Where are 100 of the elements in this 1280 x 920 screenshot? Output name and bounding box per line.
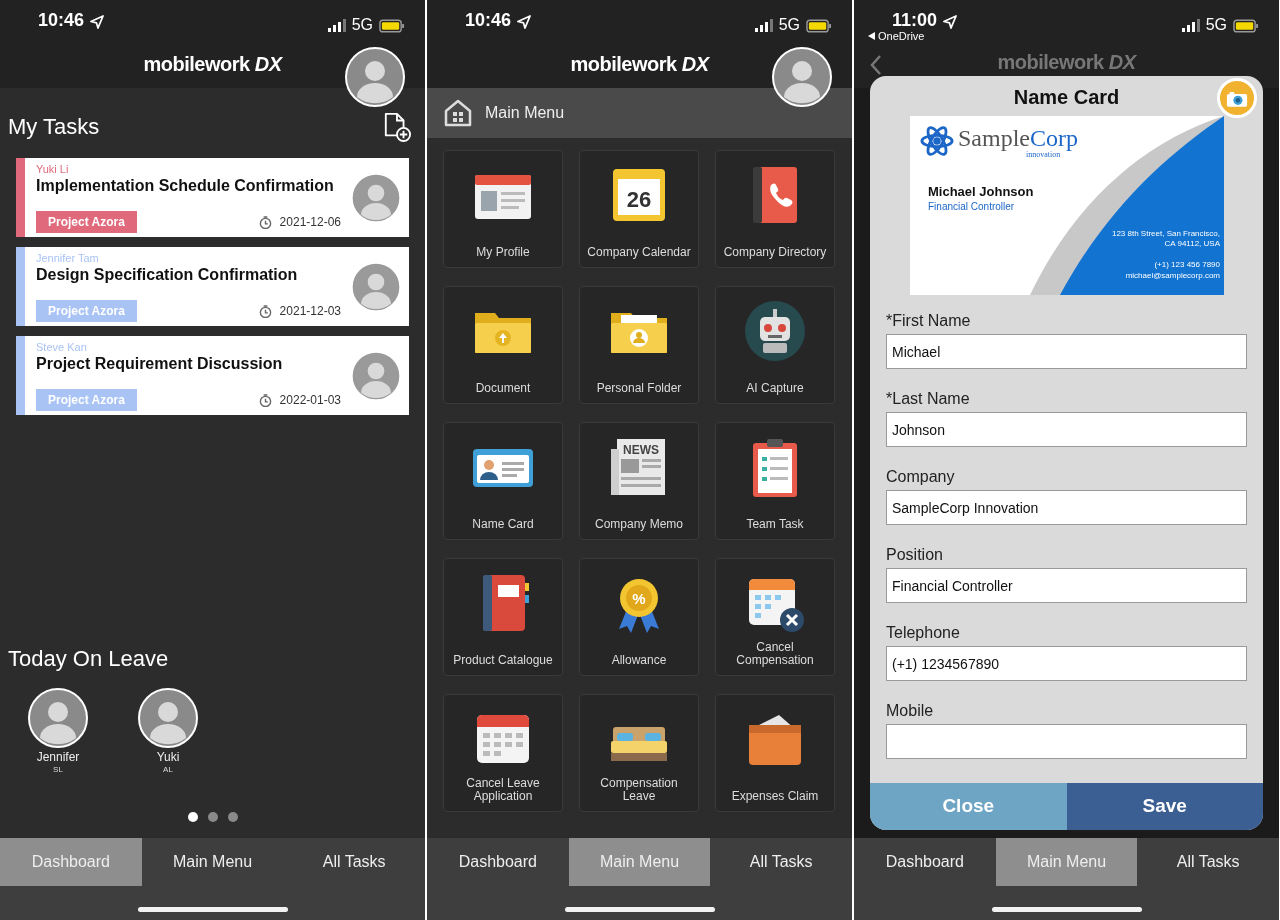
section-title: My Tasks — [8, 114, 100, 140]
task-card[interactable]: Jennifer Tam Design Specification Confirmation Project Azora 2021-12-03 — [16, 247, 409, 326]
avatar-placeholder — [28, 687, 88, 748]
menu-tile[interactable]: NEWS Company Memo — [579, 422, 699, 540]
battery-icon — [379, 19, 405, 33]
menu-tile[interactable]: Name Card — [443, 422, 563, 540]
menu-tile[interactable]: 26 Company Calendar — [579, 150, 699, 268]
home-icon — [443, 98, 473, 128]
back-to-app-link[interactable]: OneDrive — [878, 30, 925, 43]
input-field[interactable]: (+1) 1234567890 — [886, 646, 1247, 682]
atom-logo-icon — [920, 124, 954, 158]
card-email: michael@samplecorp.com — [1125, 270, 1220, 282]
camera-button[interactable] — [1217, 78, 1257, 118]
task-date: 2021-12-03 — [279, 303, 341, 320]
task-title: Design Specification Confirmation — [36, 265, 299, 286]
field-label: Company — [886, 466, 956, 487]
profile-avatar — [345, 47, 405, 107]
section-title: Today On Leave — [7, 647, 170, 674]
status-time: 10:46 — [465, 10, 512, 32]
menu-title: Main Menu — [485, 103, 565, 123]
field-label: Telephone — [886, 622, 961, 643]
menu-tile[interactable]: Expenses Claim — [715, 694, 835, 812]
card-phone: (+1) 123 456 7890 — [1154, 259, 1220, 271]
app-logo-text: mobilework DX — [997, 51, 1136, 73]
new-file-icon[interactable] — [383, 112, 411, 142]
leave-type: SL — [53, 764, 63, 776]
leave-name: Yuki — [156, 749, 180, 764]
menu-tile[interactable]: Cancel Compensation — [715, 558, 835, 676]
menu-tile[interactable]: Cancel Leave Application — [443, 694, 563, 812]
task-title: Project Requirement Discussion — [36, 354, 284, 375]
field-label: *First Name — [886, 310, 972, 331]
signal-icon — [327, 19, 346, 32]
menu-tile[interactable]: Compensation Leave — [579, 694, 699, 812]
tab[interactable]: Dashboard — [854, 838, 996, 886]
avatar-placeholder — [351, 350, 401, 401]
signal-icon — [754, 19, 773, 32]
status-time: 10:46 — [38, 10, 85, 32]
task-card[interactable]: Steve Kan Project Requirement Discussion Project Azora 2022-01-03 — [16, 336, 409, 415]
page-dot[interactable] — [227, 812, 238, 822]
menu-tile[interactable]: Company Directory — [715, 150, 835, 268]
robot-icon — [743, 299, 807, 363]
avatar-placeholder — [351, 261, 401, 312]
task-assignee: Steve Kan — [36, 340, 88, 355]
card-address-line: CA 94112, USA — [1163, 239, 1220, 249]
leave-type: AL — [163, 764, 173, 776]
task-date: 2021-12-06 — [279, 214, 341, 231]
menu-tile[interactable]: Document — [443, 286, 563, 404]
task-assignee: Jennifer Tam — [36, 251, 100, 266]
network-label: 5G — [351, 15, 373, 35]
battery-icon — [806, 19, 832, 33]
timer-icon — [258, 215, 272, 229]
field-label: Mobile — [886, 700, 935, 721]
company-tagline: innovation — [1026, 150, 1061, 161]
app-logo-text: mobilework DX — [570, 53, 709, 75]
card-position: Financial Controller — [928, 200, 1015, 214]
menu-tile[interactable]: % Allowance — [579, 558, 699, 676]
project-tag: Project Azora — [36, 300, 137, 322]
avatar-placeholder — [351, 172, 401, 223]
avatar-placeholder — [138, 687, 198, 748]
task-title: Implementation Schedule Confirmation — [36, 176, 335, 197]
menu-tile[interactable]: My Profile — [443, 150, 563, 268]
menu-tile[interactable]: Product Catalogue — [443, 558, 563, 676]
network-label: 5G — [1205, 15, 1227, 35]
page-dot[interactable] — [187, 812, 198, 822]
field-label: *Last Name — [886, 388, 971, 409]
menu-tile[interactable]: Personal Folder — [579, 286, 699, 404]
battery-icon — [1233, 19, 1259, 33]
task-card[interactable]: Yuki Li Implementation Schedule Confirmation Project Azora 2021-12-06 — [16, 158, 409, 237]
back-triangle-icon — [868, 32, 875, 41]
input-field[interactable]: Johnson — [886, 412, 1247, 448]
project-tag: Project Azora — [36, 211, 137, 233]
network-label: 5G — [778, 15, 800, 35]
tab[interactable]: All Tasks — [1137, 838, 1279, 886]
dialog-title: Name Card — [1013, 86, 1120, 108]
save-button[interactable]: Save — [1066, 783, 1263, 830]
back-icon[interactable] — [870, 55, 882, 75]
tab[interactable]: Main Menu — [141, 838, 284, 886]
status-time: 11:00 — [892, 10, 938, 32]
leave-name: Jennifer — [36, 749, 80, 764]
input-field[interactable]: SampleCorp Innovation — [886, 490, 1247, 526]
input-field[interactable]: Financial Controller — [886, 568, 1247, 604]
location-arrow-icon — [517, 15, 532, 29]
card-address-line: 123 8th Street, San Francisco, — [1111, 229, 1220, 239]
timer-icon — [258, 304, 272, 318]
project-tag: Project Azora — [36, 389, 137, 411]
card-person-name: Michael Johnson — [928, 183, 1034, 201]
input-field[interactable] — [886, 724, 1247, 760]
input-field[interactable]: Michael — [886, 334, 1247, 370]
location-arrow-icon — [943, 15, 958, 29]
tab[interactable]: All Tasks — [710, 838, 852, 886]
tab[interactable]: Dashboard — [427, 838, 569, 886]
menu-tile[interactable]: AI Capture — [715, 286, 835, 404]
page-dot[interactable] — [207, 812, 218, 822]
menu-tile[interactable]: Team Task — [715, 422, 835, 540]
signal-icon — [1181, 19, 1200, 32]
location-arrow-icon — [90, 15, 105, 29]
tab[interactable]: All Tasks — [283, 838, 425, 886]
timer-icon — [258, 393, 272, 407]
task-date: 2022-01-03 — [279, 392, 341, 409]
field-label: Position — [886, 544, 944, 565]
